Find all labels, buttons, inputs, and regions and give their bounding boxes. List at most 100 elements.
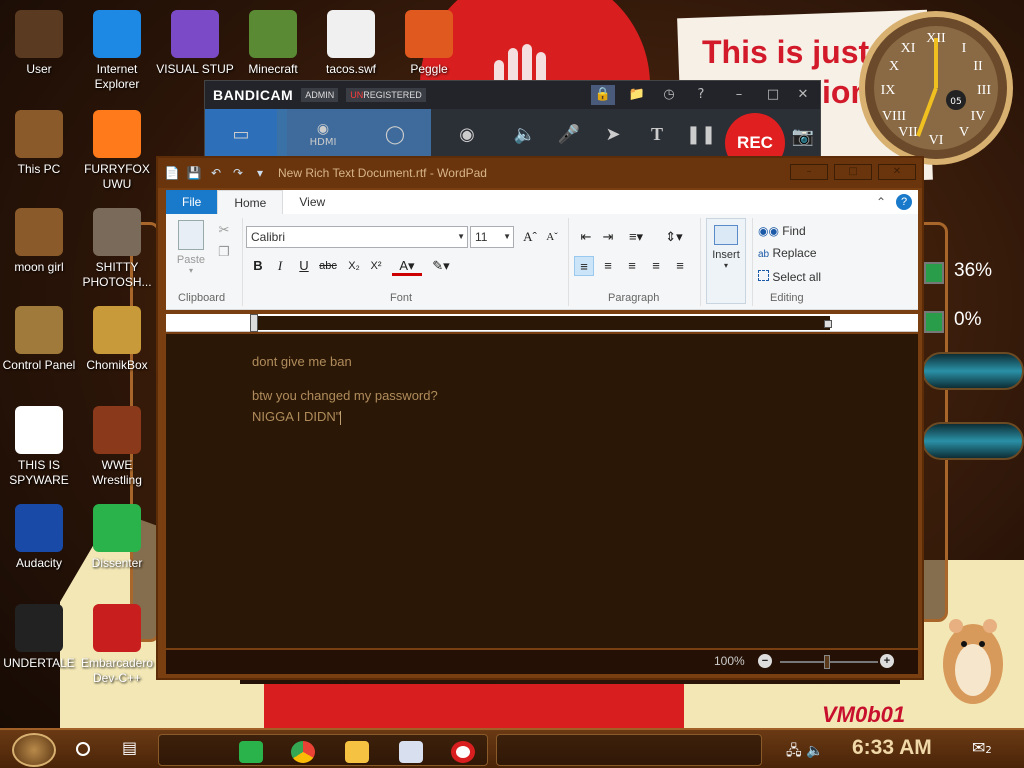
desktop-icon-audacity[interactable]: Audacity [0,498,78,571]
notification-icon[interactable]: ✉2 [972,738,992,757]
bold-icon[interactable]: B [248,256,268,276]
minimize-button[interactable]: – [790,164,828,180]
desktop-icon-devcpp[interactable]: Embarcadero Dev-C++ [78,598,156,686]
microphone-button[interactable]: 🎤 [547,109,591,159]
desktop-icon-visual-studio[interactable]: VISUAL STUP [156,4,234,77]
tab-view[interactable]: View [283,190,341,214]
file-explorer-taskbar-icon[interactable] [345,741,369,763]
document-body[interactable]: dont give me ban btw you changed my pass… [166,334,918,648]
wordpad-app-icon[interactable]: 📄 [164,165,180,181]
line-spacing-icon[interactable]: ⇕▾ [660,227,688,247]
insert-button[interactable]: Insert ▾ [706,218,746,304]
collapse-ribbon-icon[interactable]: ⌃ [876,195,886,209]
justify-icon[interactable]: ≡ [646,256,666,276]
dissenter-taskbar-icon[interactable] [239,741,263,763]
zoom-slider-thumb[interactable] [824,655,830,669]
minimize-icon[interactable]: – [727,85,751,105]
desktop-icon-dissenter[interactable]: Dissenter [78,498,156,571]
desktop-icon-wwe[interactable]: WWE Wrestling [78,400,156,488]
replace-button[interactable]: ab Replace [758,242,821,266]
wordpad-window[interactable]: 📄 💾 ↶ ↷ ▾ New Rich Text Document.rtf - W… [156,156,924,680]
screen-mode-button[interactable]: ▭ [205,109,277,159]
left-indent-marker[interactable] [250,314,258,332]
bullet-list-icon[interactable]: ≡▾ [622,227,650,247]
right-indent-marker[interactable] [824,320,832,328]
paragraph-settings-icon[interactable]: ≡ [670,256,690,276]
folder-icon[interactable]: 📁 [625,85,649,105]
desktop-icon-chrome[interactable]: THIS IS SPYWARE [0,400,78,488]
webcam-button[interactable]: ◉ [431,109,503,159]
close-button[interactable]: ✕ [878,164,916,180]
text-tool-button[interactable]: T [635,109,679,159]
task-view-icon[interactable]: ▤ [122,738,137,757]
system-clock[interactable]: 6:33 AM [852,736,932,760]
desktop-icon-flash-file[interactable]: tacos.swf [312,4,390,77]
strikethrough-icon[interactable]: abc [318,256,338,276]
desktop-icon-peggle[interactable]: Peggle [390,4,468,77]
desktop-icon-folder[interactable]: moon girl [0,202,78,275]
help-icon[interactable]: ? [896,194,912,210]
cut-icon[interactable]: ✂ [214,220,234,240]
lock-icon[interactable]: 🔒 [591,85,615,105]
hdmi-mode-button[interactable]: ◉ HDMI [287,109,359,159]
paste-button[interactable]: Paste ▾ [174,220,208,275]
bandicam-titlebar[interactable]: BANDICAM ADMIN UNREGISTERED 🔒 📁 ◷ ? – □ … [205,81,820,109]
cortana-icon[interactable] [76,742,90,756]
desktop-icon-chomikbox[interactable]: ChomikBox [78,300,156,373]
redo-icon[interactable]: ↷ [230,165,246,181]
network-icon[interactable]: 🖧 🔈 [786,740,824,764]
help-icon[interactable]: ? [689,85,713,105]
maximize-button[interactable]: □ [834,164,872,180]
desktop-icon-firefox[interactable]: FURRYFOX UWU [78,104,156,192]
align-center-icon[interactable]: ≡ [598,256,618,276]
find-button[interactable]: ◉◉ Find [758,220,821,242]
select-all-button[interactable]: Select all [758,266,821,288]
start-button[interactable] [12,733,56,767]
font-family-select[interactable]: Calibri ▼ [246,226,468,248]
screenshot-camera-icon[interactable]: 📷 [791,127,815,147]
font-size-select[interactable]: 11 ▼ [470,226,514,248]
desktop-icon-control-panel[interactable]: Control Panel [0,300,78,373]
subscript-icon[interactable]: X₂ [344,256,364,276]
desktop-icon-edge[interactable]: Internet Explorer [78,4,156,92]
screen-mode-dropdown[interactable] [277,109,287,159]
save-icon[interactable]: 💾 [186,165,202,181]
shrink-font-icon[interactable]: Aˇ [542,227,562,247]
wordpad-taskbar-icon[interactable] [399,741,423,763]
maximize-icon[interactable]: □ [761,85,785,105]
underline-icon[interactable]: U [294,256,314,276]
grow-font-icon[interactable]: Aˆ [520,227,540,247]
cursor-button[interactable]: ➤ [591,109,635,159]
desktop-icon-minecraft[interactable]: Minecraft [234,4,312,77]
unregistered-badge[interactable]: UNREGISTERED [346,88,426,102]
superscript-icon[interactable]: X² [366,256,386,276]
tab-file[interactable]: File [166,190,218,214]
font-color-icon[interactable]: A▾ [392,256,422,276]
decrease-indent-icon[interactable]: ⇤ [576,227,596,247]
copy-icon[interactable]: ❐ [214,242,234,262]
italic-icon[interactable]: I [270,256,290,276]
chrome-taskbar-icon[interactable] [291,741,315,763]
bandicam-taskbar-icon[interactable] [451,741,475,763]
pause-button[interactable]: ❚❚ [679,109,723,159]
undo-icon[interactable]: ↶ [208,165,224,181]
increase-indent-icon[interactable]: ⇥ [598,227,618,247]
customize-quick-access-icon[interactable]: ▾ [252,165,268,181]
zoom-in-icon[interactable]: + [880,654,894,668]
desktop-icon-computer[interactable]: This PC [0,104,78,177]
align-right-icon[interactable]: ≡ [622,256,642,276]
ruler[interactable] [166,314,918,332]
align-left-icon[interactable]: ≡ [574,256,594,276]
bandicam-window[interactable]: BANDICAM ADMIN UNREGISTERED 🔒 📁 ◷ ? – □ … [204,80,821,173]
desktop-icon-unity[interactable]: UNDERTALE [0,598,78,671]
tab-home[interactable]: Home [217,190,284,214]
desktop-icon-user[interactable]: User [0,4,78,77]
speaker-button[interactable]: 🔈 [503,109,547,159]
wordpad-titlebar[interactable]: 📄 💾 ↶ ↷ ▾ New Rich Text Document.rtf - W… [158,158,922,188]
zoom-out-icon[interactable]: − [758,654,772,668]
highlight-icon[interactable]: ✎▾ [426,256,456,276]
clock-icon[interactable]: ◷ [657,85,681,105]
close-icon[interactable]: ✕ [791,85,815,105]
desktop-icon-gimp[interactable]: SHITTY PHOTOSH... [78,202,156,290]
game-mode-button[interactable]: ◯ [359,109,431,159]
